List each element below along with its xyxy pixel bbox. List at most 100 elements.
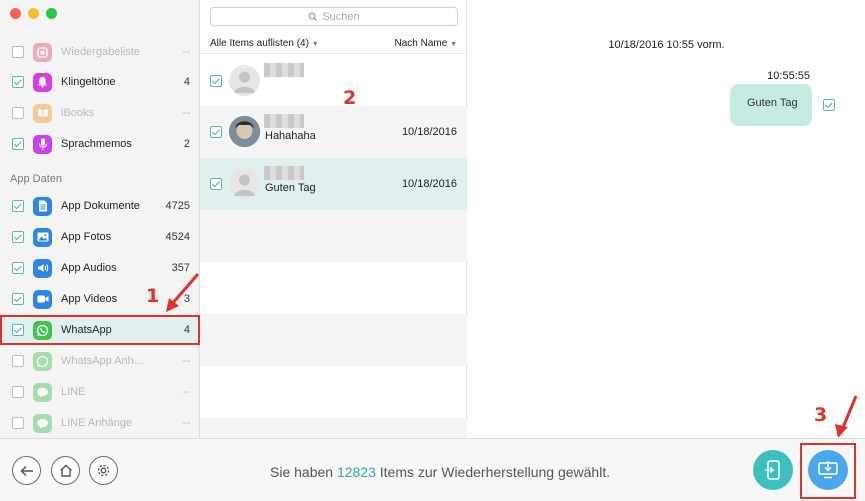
sidebar-item-count: 4524	[165, 231, 190, 243]
sidebar-item-count: 4725	[165, 200, 190, 212]
whatsapp-icon	[33, 320, 52, 340]
checkbox[interactable]	[12, 46, 24, 58]
checkbox[interactable]	[12, 200, 24, 212]
photo-icon	[33, 227, 52, 247]
avatar	[229, 168, 260, 199]
checkbox[interactable]	[12, 231, 24, 243]
avatar	[229, 65, 260, 96]
sidebar-item-app-fotos[interactable]: App Fotos 4524	[0, 222, 200, 252]
chevron-down-icon: ▼	[450, 41, 457, 48]
message-bubble[interactable]: Guten Tag	[730, 84, 812, 126]
phone-export-icon	[765, 460, 780, 480]
status-suffix: Items zur Wiederherstellung gewählt.	[379, 464, 611, 480]
sidebar-item-label: Wiedergabeliste	[61, 46, 140, 58]
blurred-contact-name	[264, 114, 304, 128]
checkbox[interactable]	[210, 178, 222, 190]
annotation-marker-2: 2	[343, 87, 357, 109]
back-button[interactable]	[12, 456, 41, 485]
sidebar-item-label: App Audios	[61, 262, 117, 274]
sidebar-item-count: --	[182, 355, 190, 367]
checkbox[interactable]	[210, 75, 222, 87]
sidebar-item-count: 4	[183, 76, 190, 88]
home-button[interactable]	[51, 456, 80, 485]
checkbox[interactable]	[12, 138, 24, 150]
checkbox[interactable]	[12, 293, 24, 305]
sort-label: Nach Name	[394, 38, 448, 49]
message-checkbox[interactable]	[823, 99, 835, 111]
microphone-icon	[33, 134, 52, 154]
annotation-marker-3: 3	[814, 404, 828, 426]
sidebar-item-count: --	[182, 386, 190, 398]
checkbox[interactable]	[12, 107, 24, 119]
sidebar-item-app-dokumente[interactable]: App Dokumente 4725	[0, 191, 200, 221]
status-message: Sie haben 12823 Items zur Wiederherstell…	[270, 464, 610, 480]
list-item-selected[interactable]: Guten Tag 10/18/2016	[200, 158, 467, 210]
conversation-date: 10/18/2016 10:55 vorm.	[608, 39, 725, 51]
checkbox[interactable]	[12, 262, 24, 274]
search-placeholder: Suchen	[322, 10, 360, 23]
section-header-app-data: App Daten	[10, 173, 62, 185]
sidebar-item-count: --	[182, 107, 190, 119]
sidebar-item-label: App Fotos	[61, 231, 112, 243]
sidebar-item-count: --	[182, 46, 190, 58]
close-window-button[interactable]	[10, 8, 21, 19]
home-icon	[59, 464, 72, 477]
filter-dropdown[interactable]: Alle Items auflisten (4) ▼	[210, 38, 319, 49]
book-icon	[33, 103, 52, 123]
checkbox[interactable]	[12, 386, 24, 398]
annotation-marker-1: 1	[146, 285, 160, 307]
line-icon	[33, 382, 52, 402]
to-computer-button[interactable]	[808, 450, 848, 490]
to-device-button[interactable]	[753, 450, 793, 490]
sidebar-item-label: WhatsApp Anh…	[61, 355, 145, 367]
annotation-arrow-1	[166, 273, 200, 312]
sidebar: Wiedergabeliste -- Klingeltöne 4 iBooks …	[0, 0, 200, 438]
list-stripe	[200, 418, 467, 438]
speaker-icon	[33, 258, 52, 278]
checkbox[interactable]	[12, 324, 24, 336]
message-list-panel: Suchen Alle Items auflisten (4) ▼ Nach N…	[200, 0, 467, 438]
settings-button[interactable]	[89, 456, 118, 485]
sidebar-item-sprachmemos[interactable]: Sprachmemos 2	[0, 129, 200, 159]
chevron-down-icon: ▼	[311, 41, 319, 48]
message-preview: Guten Tag	[265, 182, 316, 194]
sort-dropdown[interactable]: Nach Name ▼	[394, 38, 457, 49]
list-item[interactable]: Hahahaha 10/18/2016	[200, 106, 467, 158]
zoom-window-button[interactable]	[46, 8, 57, 19]
annotation-arrow-3	[835, 395, 858, 438]
sidebar-item-wiedergabeliste[interactable]: Wiedergabeliste --	[0, 37, 200, 67]
checkbox[interactable]	[210, 126, 222, 138]
message-time: 10:55:55	[767, 70, 810, 82]
search-input[interactable]: Suchen	[210, 7, 458, 26]
line-attach-icon	[33, 413, 52, 433]
blurred-contact-name	[264, 166, 304, 180]
sidebar-item-whatsapp-anhaenge[interactable]: WhatsApp Anh… --	[0, 346, 200, 376]
conversation-panel: 10/18/2016 10:55 vorm. 10:55:55 Guten Ta…	[468, 0, 865, 438]
blurred-contact-name	[264, 63, 304, 77]
sidebar-item-ibooks[interactable]: iBooks --	[0, 98, 200, 128]
sidebar-item-label: App Dokumente	[61, 200, 140, 212]
minimize-window-button[interactable]	[28, 8, 39, 19]
message-date: 10/18/2016	[401, 178, 457, 190]
sidebar-item-whatsapp[interactable]: WhatsApp 4	[0, 315, 200, 345]
search-icon	[308, 11, 318, 21]
video-icon	[33, 289, 52, 309]
list-stripe	[200, 210, 467, 262]
sidebar-item-label: iBooks	[61, 107, 95, 119]
avatar	[229, 116, 260, 147]
arrow-left-icon	[19, 465, 33, 476]
sidebar-item-label: Sprachmemos	[61, 138, 132, 150]
sidebar-item-count: 4	[183, 324, 190, 336]
sidebar-item-klingeltoene[interactable]: Klingeltöne 4	[0, 67, 200, 97]
checkbox[interactable]	[12, 76, 24, 88]
document-icon	[33, 196, 52, 216]
sidebar-item-line-anhaenge[interactable]: LINE Anhänge --	[0, 408, 200, 438]
checkbox[interactable]	[12, 355, 24, 367]
list-item[interactable]	[200, 54, 467, 106]
sidebar-item-label: App Videos	[61, 293, 118, 305]
sidebar-item-label: LINE	[61, 386, 86, 398]
sidebar-item-label: LINE Anhänge	[61, 417, 132, 429]
bell-icon	[33, 72, 52, 92]
sidebar-item-line[interactable]: LINE --	[0, 377, 200, 407]
checkbox[interactable]	[12, 417, 24, 429]
